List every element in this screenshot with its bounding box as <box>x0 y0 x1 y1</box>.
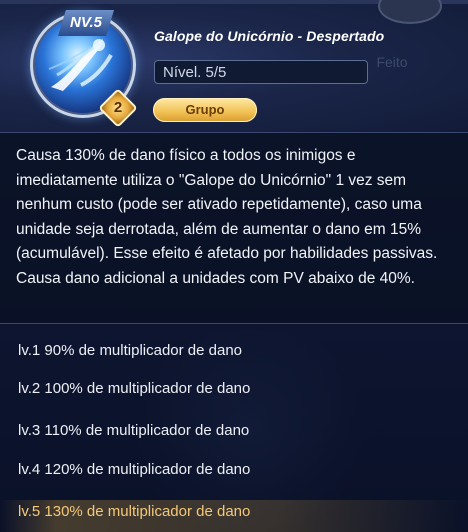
group-tag-button[interactable]: Grupo <box>153 98 257 122</box>
skill-title: Galope do Unicórnio - Despertado <box>154 28 385 44</box>
level-item: lv.2 100% de multiplicador de dano <box>18 380 251 397</box>
skill-detail-panel: Feito NV.5 2 Galope do Unicórnio - Despe… <box>0 0 468 532</box>
skill-level-badge: NV.5 <box>58 10 114 36</box>
level-item: lv.1 90% de multiplicador de dano <box>18 342 243 359</box>
level-item: lv.4 120% de multiplicador de dano <box>18 461 251 478</box>
unicorn-skill-icon <box>48 39 113 91</box>
level-item-active: lv.5 130% de multiplicador de dano <box>18 503 251 520</box>
level-item: lv.3 110% de multiplicador de dano <box>18 422 250 439</box>
tier-number: 2 <box>113 99 123 116</box>
level-field: Nível. 5/5 <box>154 60 368 84</box>
ghost-button-label: Feito <box>376 54 408 70</box>
skill-description: Causa 130% de dano físico a todos os ini… <box>16 147 438 287</box>
